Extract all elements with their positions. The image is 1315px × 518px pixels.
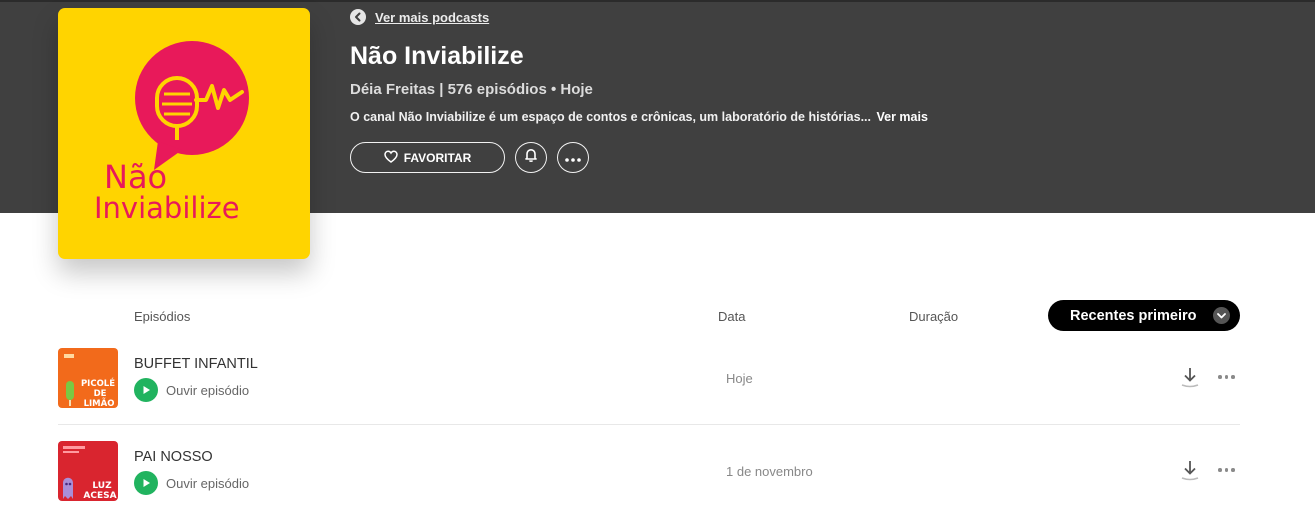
episode-title[interactable]: BUFFET INFANTIL bbox=[134, 356, 258, 372]
chevron-down-icon bbox=[1213, 307, 1230, 324]
description-text: O canal Não Inviabilize é um espaço de c… bbox=[350, 110, 871, 124]
cover-text-line2: Inviabilize bbox=[94, 191, 240, 225]
download-icon[interactable] bbox=[1180, 459, 1200, 486]
podcast-actions: FAVORITAR bbox=[350, 142, 589, 173]
favorite-button[interactable]: FAVORITAR bbox=[350, 142, 505, 173]
episode-row: PICOLÉ DE LIMÃO BUFFET INFANTIL Ouvir ep… bbox=[58, 345, 1240, 425]
svg-text:ACESA: ACESA bbox=[83, 491, 116, 501]
podcast-title: Não Inviabilize bbox=[350, 42, 524, 70]
more-horizontal-icon bbox=[565, 149, 581, 167]
svg-text:PICOLÉ: PICOLÉ bbox=[81, 377, 115, 389]
svg-text:LUZ: LUZ bbox=[92, 481, 112, 491]
episode-date: Hoje bbox=[726, 371, 753, 386]
column-episodes: Episódios bbox=[134, 309, 191, 324]
episode-more-icon[interactable] bbox=[1218, 463, 1235, 477]
favorite-label: FAVORITAR bbox=[403, 150, 472, 165]
episode-date: 1 de novembro bbox=[726, 464, 813, 479]
back-to-podcasts-link[interactable]: Ver mais podcasts bbox=[350, 9, 489, 25]
notify-button[interactable] bbox=[515, 142, 547, 173]
see-more-link[interactable]: Ver mais bbox=[876, 110, 927, 124]
episode-thumbnail[interactable]: LUZ ACESA bbox=[58, 441, 118, 501]
play-icon bbox=[134, 378, 158, 402]
episode-row: LUZ ACESA PAI NOSSO Ouvir episódio 1 de … bbox=[58, 438, 1240, 518]
play-label: Ouvir episódio bbox=[166, 382, 250, 398]
sort-dropdown[interactable]: Recentes primeiro bbox=[1048, 300, 1240, 331]
column-duration: Duração bbox=[909, 309, 959, 324]
bell-icon bbox=[523, 147, 539, 168]
chevron-left-icon bbox=[350, 9, 366, 25]
heart-icon bbox=[383, 149, 398, 166]
play-icon bbox=[134, 471, 158, 495]
episode-title[interactable]: PAI NOSSO bbox=[134, 449, 213, 465]
episode-more-icon[interactable] bbox=[1218, 370, 1235, 384]
podcast-meta: Déia Freitas | 576 episódios • Hoje bbox=[350, 81, 593, 98]
more-options-button[interactable] bbox=[557, 142, 589, 173]
play-episode-button[interactable]: Ouvir episódio bbox=[134, 378, 249, 402]
play-label: Ouvir episódio bbox=[166, 475, 250, 491]
podcast-description: O canal Não Inviabilize é um espaço de c… bbox=[350, 110, 928, 124]
play-episode-button[interactable]: Ouvir episódio bbox=[134, 471, 249, 495]
download-icon[interactable] bbox=[1180, 366, 1200, 393]
svg-text:LIMÃO: LIMÃO bbox=[84, 398, 115, 408]
podcast-cover: Não Inviabilize bbox=[58, 8, 310, 259]
column-date: Data bbox=[718, 309, 746, 324]
back-label: Ver mais podcasts bbox=[375, 9, 490, 25]
episode-thumbnail[interactable]: PICOLÉ DE LIMÃO bbox=[58, 348, 118, 408]
svg-text:DE: DE bbox=[94, 389, 107, 399]
sort-label: Recentes primeiro bbox=[1070, 307, 1197, 324]
